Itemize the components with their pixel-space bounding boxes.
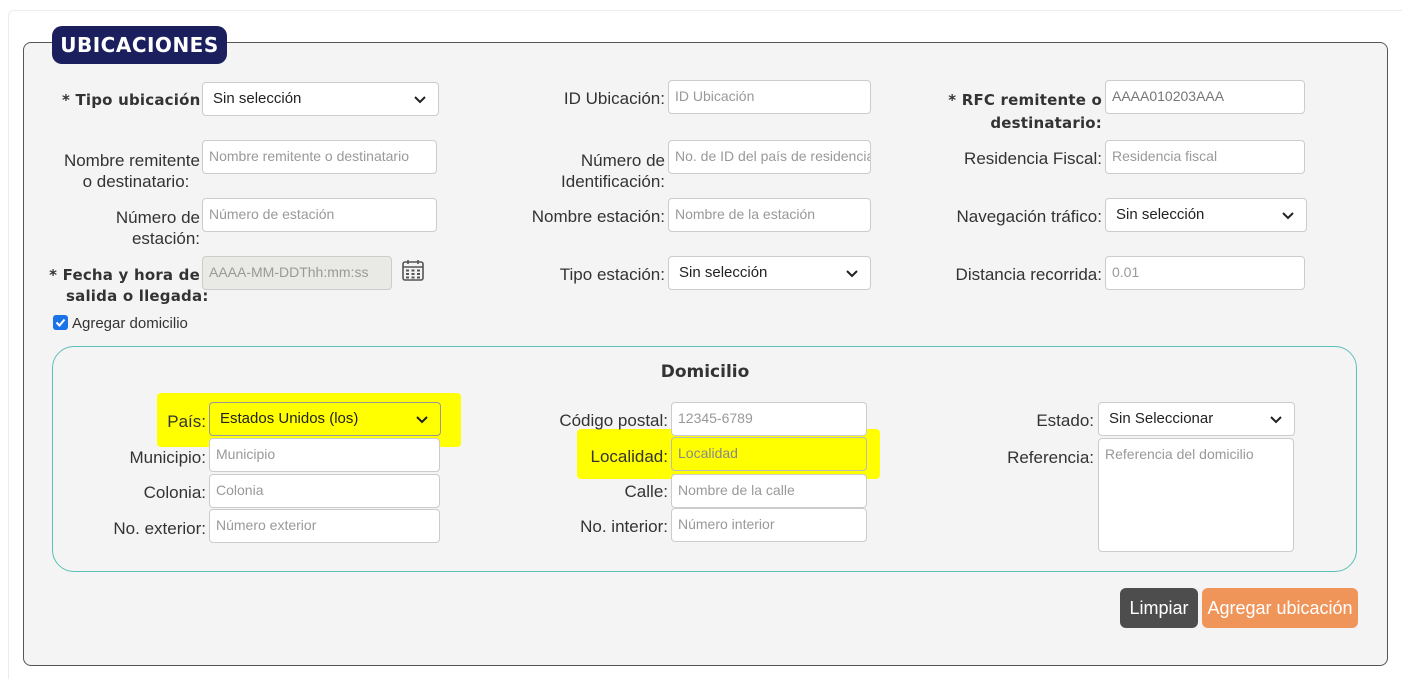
chevron-down-icon bbox=[416, 416, 428, 424]
id-ubicacion-label: ID Ubicación: bbox=[563, 89, 665, 108]
agregar-domicilio-checkbox[interactable] bbox=[53, 315, 68, 330]
no-interior-input[interactable]: Número interior bbox=[671, 508, 867, 542]
calendar-icon[interactable] bbox=[401, 258, 425, 282]
numero-estacion-input[interactable]: Número de estación bbox=[202, 198, 437, 232]
fecha-hora-label-line2: salida o llegada: bbox=[66, 287, 209, 305]
chevron-down-icon bbox=[414, 96, 426, 104]
numero-identificacion-label-line2: Identificación: bbox=[561, 172, 665, 191]
agregar-domicilio-label: Agregar domicilio bbox=[72, 315, 188, 332]
domicilio-title: Domicilio bbox=[660, 362, 750, 382]
pais-select[interactable]: Estados Unidos (los) bbox=[209, 402, 441, 436]
chevron-down-icon bbox=[846, 270, 858, 278]
navegacion-trafico-value: Sin selección bbox=[1116, 206, 1205, 223]
no-interior-label: No. interior: bbox=[580, 517, 668, 536]
municipio-input[interactable]: Municipio bbox=[209, 438, 440, 472]
navegacion-trafico-label: Navegación tráfico: bbox=[956, 207, 1102, 226]
tipo-estacion-label: Tipo estación: bbox=[559, 265, 665, 284]
tipo-estacion-value: Sin selección bbox=[679, 264, 768, 281]
tipo-ubicacion-value: Sin selección bbox=[213, 90, 302, 107]
nombre-estacion-input[interactable]: Nombre de la estación bbox=[668, 198, 871, 232]
residencia-fiscal-input[interactable]: Residencia fiscal bbox=[1105, 140, 1305, 174]
tipo-ubicacion-select[interactable]: Sin selección bbox=[202, 82, 439, 116]
colonia-input[interactable]: Colonia bbox=[209, 474, 440, 508]
rfc-input[interactable]: AAAA010203AAA bbox=[1105, 80, 1305, 114]
check-icon bbox=[55, 318, 66, 327]
colonia-label: Colonia: bbox=[143, 483, 206, 502]
nombre-remitente-input[interactable]: Nombre remitente o destinatario bbox=[202, 140, 437, 174]
codigo-postal-input[interactable]: 12345-6789 bbox=[671, 402, 867, 436]
estado-label: Estado: bbox=[1036, 411, 1094, 430]
distancia-recorrida-input[interactable]: 0.01 bbox=[1105, 256, 1305, 290]
id-ubicacion-input[interactable]: ID Ubicación bbox=[668, 80, 871, 114]
codigo-postal-label: Código postal: bbox=[559, 411, 668, 430]
nombre-remitente-label-line1: Nombre remitente bbox=[63, 151, 200, 170]
referencia-textarea[interactable]: Referencia del domicilio bbox=[1098, 438, 1294, 552]
numero-identificacion-label-line1: Número de bbox=[580, 151, 665, 170]
numero-identificacion-input[interactable]: No. de ID del país de residencia bbox=[668, 140, 871, 174]
municipio-label: Municipio: bbox=[129, 448, 206, 467]
add-location-button[interactable]: Agregar ubicación bbox=[1202, 588, 1358, 628]
numero-estacion-label-line2: estación: bbox=[131, 229, 200, 248]
pais-label: País: bbox=[167, 412, 206, 431]
numero-estacion-label-line1: Número de bbox=[115, 208, 200, 227]
distancia-recorrida-label: Distancia recorrida: bbox=[955, 265, 1102, 284]
fecha-hora-label-line1: * Fecha y hora de bbox=[49, 266, 200, 284]
fecha-hora-input[interactable]: AAAA-MM-DDThh:mm:ss bbox=[202, 256, 392, 290]
localidad-label: Localidad: bbox=[590, 447, 668, 466]
chevron-down-icon bbox=[1270, 416, 1282, 424]
no-exterior-input[interactable]: Número exterior bbox=[209, 509, 440, 543]
localidad-input[interactable]: Localidad bbox=[671, 437, 867, 471]
tipo-estacion-select[interactable]: Sin selección bbox=[668, 256, 871, 290]
chevron-down-icon bbox=[1282, 212, 1294, 220]
tipo-ubicacion-label: * Tipo ubicación: bbox=[62, 91, 207, 109]
pais-value: Estados Unidos (los) bbox=[220, 410, 359, 427]
residencia-fiscal-label: Residencia Fiscal: bbox=[964, 149, 1102, 168]
calle-input[interactable]: Nombre de la calle bbox=[671, 474, 867, 508]
section-title: UBICACIONES bbox=[52, 26, 227, 64]
rfc-label-line1: * RFC remitente o bbox=[948, 91, 1102, 109]
estado-value: Sin Seleccionar bbox=[1109, 410, 1214, 427]
rfc-label-line2: destinatario: bbox=[990, 114, 1102, 132]
clear-button[interactable]: Limpiar bbox=[1120, 588, 1198, 628]
calle-label: Calle: bbox=[624, 482, 668, 501]
no-exterior-label: No. exterior: bbox=[113, 519, 206, 538]
navegacion-trafico-select[interactable]: Sin selección bbox=[1105, 198, 1307, 232]
nombre-remitente-label-line2: o destinatario: bbox=[82, 172, 190, 191]
estado-select[interactable]: Sin Seleccionar bbox=[1098, 402, 1295, 436]
referencia-label: Referencia: bbox=[1007, 448, 1094, 467]
nombre-estacion-label: Nombre estación: bbox=[531, 207, 665, 226]
